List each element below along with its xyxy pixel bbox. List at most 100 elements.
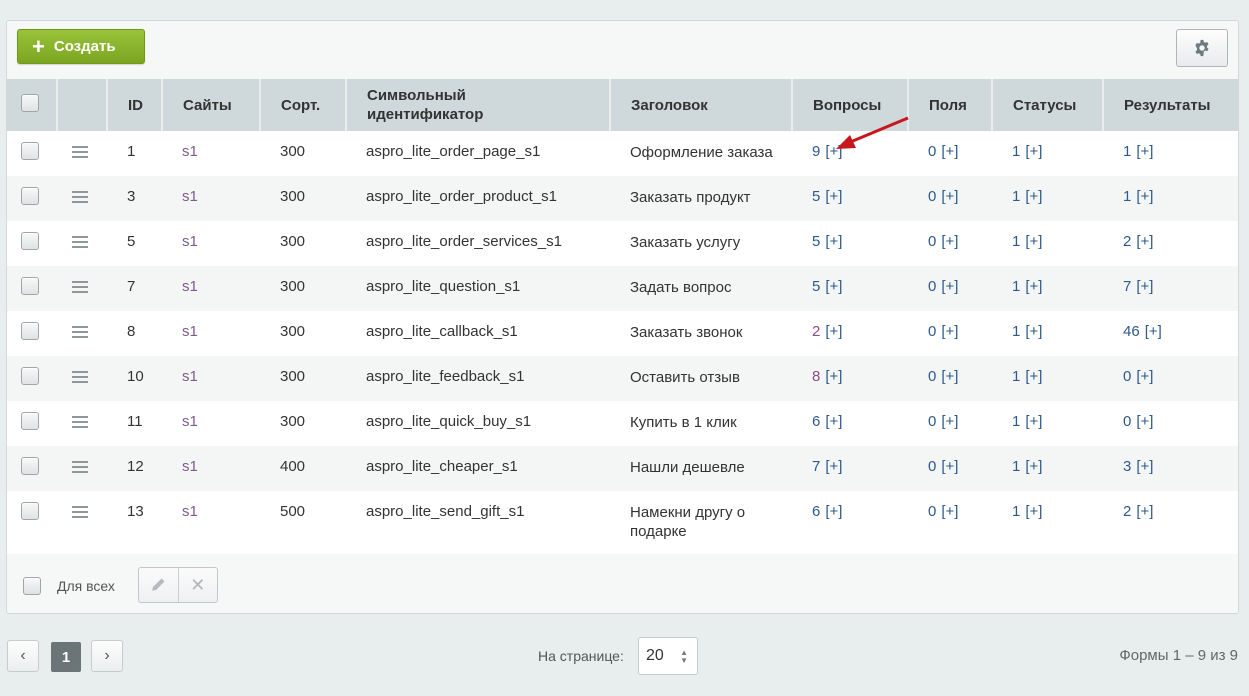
statuses-count-link[interactable]: 1: [1012, 368, 1020, 385]
statuses-add-link[interactable]: [+]: [1025, 188, 1042, 205]
fields-count-link[interactable]: 0: [928, 188, 936, 205]
results-count-link[interactable]: 3: [1123, 458, 1131, 475]
table-row[interactable]: 7 s1 300 aspro_lite_question_s1 Задать вопро…: [7, 266, 1238, 311]
row-checkbox[interactable]: [21, 187, 39, 205]
fields-add-link[interactable]: [+]: [941, 503, 958, 520]
menu-icon[interactable]: [72, 146, 88, 161]
statuses-count-link[interactable]: 1: [1012, 188, 1020, 205]
site-link[interactable]: s1: [182, 323, 198, 340]
fields-count-link[interactable]: 0: [928, 503, 936, 520]
statuses-count-link[interactable]: 1: [1012, 503, 1020, 520]
questions-count-link[interactable]: 7: [812, 458, 820, 475]
fields-count-link[interactable]: 0: [928, 368, 936, 385]
fields-add-link[interactable]: [+]: [941, 188, 958, 205]
questions-count-link[interactable]: 6: [812, 503, 820, 520]
menu-icon[interactable]: [72, 236, 88, 251]
fields-add-link[interactable]: [+]: [941, 413, 958, 430]
site-link[interactable]: s1: [182, 368, 198, 385]
menu-icon[interactable]: [72, 461, 88, 476]
fields-add-link[interactable]: [+]: [941, 143, 958, 160]
table-row[interactable]: 12 s1 400 aspro_lite_cheaper_s1 Нашли дешевл…: [7, 446, 1238, 491]
header-sites[interactable]: Сайты: [162, 79, 261, 131]
fields-count-link[interactable]: 0: [928, 458, 936, 475]
settings-button[interactable]: [1176, 29, 1228, 67]
page-1[interactable]: 1: [51, 642, 81, 672]
menu-icon[interactable]: [72, 506, 88, 521]
statuses-count-link[interactable]: 1: [1012, 413, 1020, 430]
questions-add-link[interactable]: [+]: [825, 188, 842, 205]
statuses-add-link[interactable]: [+]: [1025, 233, 1042, 250]
row-checkbox[interactable]: [21, 142, 39, 160]
fields-count-link[interactable]: 0: [928, 413, 936, 430]
results-add-link[interactable]: [+]: [1136, 233, 1153, 250]
statuses-add-link[interactable]: [+]: [1025, 368, 1042, 385]
questions-add-link[interactable]: [+]: [825, 233, 842, 250]
header-statuses[interactable]: Статусы: [992, 79, 1104, 131]
results-add-link[interactable]: [+]: [1136, 413, 1153, 430]
results-count-link[interactable]: 46: [1123, 323, 1140, 340]
table-row[interactable]: 1 s1 300 aspro_lite_order_page_s1 Оформление…: [7, 131, 1238, 176]
statuses-add-link[interactable]: [+]: [1025, 143, 1042, 160]
results-add-link[interactable]: [+]: [1136, 188, 1153, 205]
site-link[interactable]: s1: [182, 143, 198, 160]
questions-add-link[interactable]: [+]: [825, 323, 842, 340]
row-checkbox[interactable]: [21, 412, 39, 430]
statuses-count-link[interactable]: 1: [1012, 458, 1020, 475]
table-row[interactable]: 5 s1 300 aspro_lite_order_services_s1 Заказа…: [7, 221, 1238, 266]
statuses-count-link[interactable]: 1: [1012, 278, 1020, 295]
site-link[interactable]: s1: [182, 278, 198, 295]
site-link[interactable]: s1: [182, 503, 198, 520]
for-all-checkbox[interactable]: [23, 577, 41, 595]
row-checkbox[interactable]: [21, 457, 39, 475]
questions-add-link[interactable]: [+]: [825, 143, 842, 160]
questions-count-link[interactable]: 5: [812, 188, 820, 205]
table-row[interactable]: 13 s1 500 aspro_lite_send_gift_s1 Намекни др…: [7, 491, 1238, 554]
header-code[interactable]: Символьный идентификатор: [346, 79, 611, 131]
header-select-all[interactable]: [7, 79, 58, 131]
results-count-link[interactable]: 2: [1123, 503, 1131, 520]
statuses-count-link[interactable]: 1: [1012, 143, 1020, 160]
fields-add-link[interactable]: [+]: [941, 458, 958, 475]
prev-page-button[interactable]: ‹: [7, 640, 39, 672]
per-page-select[interactable]: 20 ▲ ▼: [638, 637, 698, 675]
questions-add-link[interactable]: [+]: [825, 368, 842, 385]
header-id[interactable]: ID: [107, 79, 163, 131]
table-row[interactable]: 10 s1 300 aspro_lite_feedback_s1 Оставить от…: [7, 356, 1238, 401]
site-link[interactable]: s1: [182, 233, 198, 250]
menu-icon[interactable]: [72, 191, 88, 206]
questions-count-link[interactable]: 6: [812, 413, 820, 430]
table-row[interactable]: 3 s1 300 aspro_lite_order_product_s1 Заказат…: [7, 176, 1238, 221]
header-fields[interactable]: Поля: [908, 79, 993, 131]
header-sort[interactable]: Сорт.: [260, 79, 347, 131]
edit-button[interactable]: [139, 568, 179, 602]
statuses-count-link[interactable]: 1: [1012, 323, 1020, 340]
results-add-link[interactable]: [+]: [1145, 323, 1162, 340]
fields-count-link[interactable]: 0: [928, 143, 936, 160]
create-button[interactable]: + Создать: [17, 29, 145, 64]
row-checkbox[interactable]: [21, 322, 39, 340]
questions-add-link[interactable]: [+]: [825, 458, 842, 475]
statuses-add-link[interactable]: [+]: [1025, 278, 1042, 295]
results-count-link[interactable]: 0: [1123, 368, 1131, 385]
questions-count-link[interactable]: 9: [812, 143, 820, 160]
menu-icon[interactable]: [72, 326, 88, 341]
fields-count-link[interactable]: 0: [928, 233, 936, 250]
select-all-checkbox[interactable]: [21, 93, 39, 112]
fields-add-link[interactable]: [+]: [941, 368, 958, 385]
row-checkbox[interactable]: [21, 277, 39, 295]
questions-count-link[interactable]: 8: [812, 368, 820, 385]
fields-count-link[interactable]: 0: [928, 278, 936, 295]
fields-add-link[interactable]: [+]: [941, 233, 958, 250]
statuses-add-link[interactable]: [+]: [1025, 323, 1042, 340]
fields-add-link[interactable]: [+]: [941, 278, 958, 295]
results-add-link[interactable]: [+]: [1136, 368, 1153, 385]
results-add-link[interactable]: [+]: [1136, 503, 1153, 520]
results-count-link[interactable]: 1: [1123, 188, 1131, 205]
results-count-link[interactable]: 0: [1123, 413, 1131, 430]
row-checkbox[interactable]: [21, 367, 39, 385]
row-checkbox[interactable]: [21, 232, 39, 250]
next-page-button[interactable]: ›: [91, 640, 123, 672]
header-results[interactable]: Результаты: [1103, 79, 1238, 131]
results-count-link[interactable]: 7: [1123, 278, 1131, 295]
questions-add-link[interactable]: [+]: [825, 503, 842, 520]
